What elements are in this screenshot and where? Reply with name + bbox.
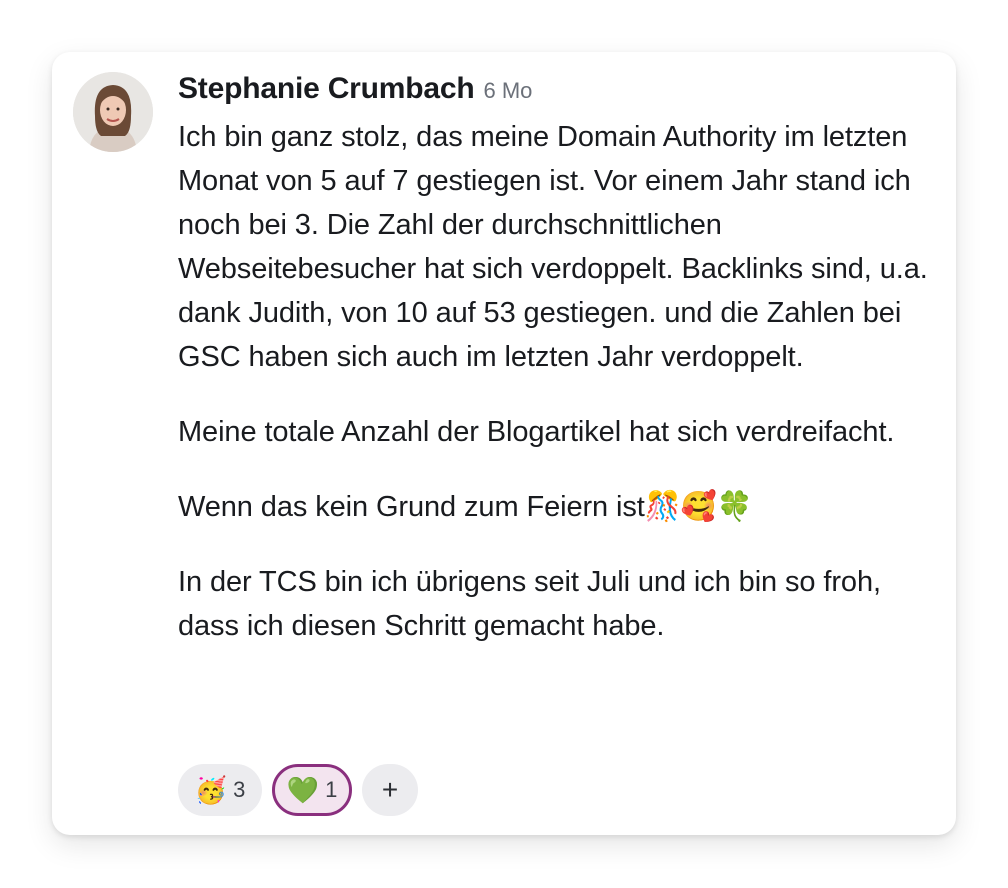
green-heart-icon: 💚: [286, 775, 320, 805]
post-paragraph: Meine totale Anzahl der Blogartikel hat …: [178, 416, 895, 448]
post-paragraph: Ich bin ganz stolz, das meine Domain Aut…: [178, 121, 928, 373]
post-card: Stephanie Crumbach 6 Mo Ich bin ganz sto…: [52, 52, 956, 835]
add-reaction-button[interactable]: +: [362, 764, 418, 816]
reactions-bar: 🥳 3 💚 1 +: [178, 764, 418, 816]
partying-face-icon: 🥳: [194, 775, 228, 805]
post-paragraph: In der TCS bin ich übrigens seit Juli un…: [178, 566, 881, 642]
post-content: Stephanie Crumbach 6 Mo Ich bin ganz sto…: [178, 72, 948, 648]
avatar[interactable]: [73, 72, 153, 152]
author-name[interactable]: Stephanie Crumbach: [178, 72, 475, 106]
post-body: Ich bin ganz stolz, das meine Domain Aut…: [178, 115, 948, 648]
post-paragraph: Wenn das kein Grund zum Feiern ist🎊🥰🍀: [178, 491, 753, 523]
reaction-count: 1: [325, 777, 338, 802]
post-timestamp: 6 Mo: [483, 78, 533, 103]
reaction-partying-face[interactable]: 🥳 3: [178, 764, 262, 816]
avatar-photo: [73, 72, 153, 152]
reaction-green-heart[interactable]: 💚 1: [272, 764, 352, 816]
reaction-count: 3: [233, 777, 246, 802]
post-header: Stephanie Crumbach 6 Mo: [178, 72, 948, 114]
